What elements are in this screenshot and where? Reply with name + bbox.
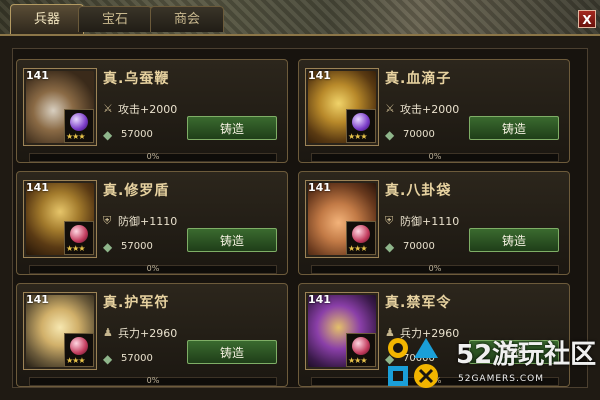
cost-row: ◆ 57000 [103, 236, 153, 254]
cost-row: ◆ 70000 [385, 236, 435, 254]
cost-row: ◆ 57000 [103, 348, 153, 366]
watermark-logo-icon [388, 338, 438, 388]
progress-label: 0% [146, 376, 160, 385]
gem-icon [352, 225, 370, 243]
item-card: 141 ★★★ 真.护军符 ♟ 兵力+2960 ◆ 57000 铸造 0% [16, 283, 288, 387]
forge-button[interactable]: 铸造 [187, 340, 277, 364]
item-name: 真.血滴子 [385, 71, 452, 87]
cost-value: 57000 [121, 353, 153, 364]
sword-icon: ⚔ [385, 102, 395, 115]
stat-text: 防御+1110 [400, 214, 460, 228]
material-icon: ◆ [385, 127, 395, 142]
watermark: 52游玩社区 52GAMERS.COM [384, 330, 600, 400]
gem-icon [70, 113, 88, 131]
item-level: 141 [308, 293, 331, 306]
cost-value: 70000 [403, 241, 435, 252]
stat-text: 攻击+2000 [400, 102, 460, 116]
cost-value: 70000 [403, 129, 435, 140]
gem-icon [70, 225, 88, 243]
cost-row: ◆ 70000 [385, 124, 435, 142]
cost-value: 57000 [121, 241, 153, 252]
gem-slot: ★★★ [346, 221, 376, 255]
item-slot[interactable]: 141 ★★★ [305, 180, 379, 258]
progress-label: 0% [146, 152, 160, 161]
tab-gems[interactable]: 宝石 [78, 6, 152, 32]
item-name: 真.修罗盾 [103, 183, 170, 199]
item-level: 141 [26, 69, 49, 82]
stat-row: ⛨ 防御+1110 [103, 210, 178, 228]
gem-icon [70, 337, 88, 355]
item-card: 141 ★★★ 真.乌蚕鞭 ⚔ 攻击+2000 ◆ 57000 铸造 0% [16, 59, 288, 163]
star-rating: ★★★ [348, 244, 367, 253]
watermark-url: 52GAMERS.COM [458, 374, 544, 384]
cost-row: ◆ 57000 [103, 124, 153, 142]
forge-button[interactable]: 铸造 [187, 228, 277, 252]
stat-row: ♟ 兵力+2960 [103, 322, 178, 340]
progress-bar: 0% [311, 264, 559, 274]
star-rating: ★★★ [66, 356, 85, 365]
item-slot[interactable]: 141 ★★★ [305, 68, 379, 146]
sword-icon: ⚔ [103, 102, 113, 115]
item-name: 真.乌蚕鞭 [103, 71, 170, 87]
item-slot[interactable]: 141 ★★★ [23, 68, 97, 146]
forge-button[interactable]: 铸造 [187, 116, 277, 140]
watermark-brand: 52游玩社区 [456, 340, 597, 370]
stat-row: ⚔ 攻击+2000 [103, 98, 178, 116]
material-icon: ◆ [103, 127, 113, 142]
star-rating: ★★★ [348, 132, 367, 141]
cost-value: 57000 [121, 129, 153, 140]
stat-text: 防御+1110 [118, 214, 178, 228]
gem-slot: ★★★ [64, 221, 94, 255]
progress-bar: 0% [311, 152, 559, 162]
stat-text: 攻击+2000 [118, 102, 178, 116]
item-name: 真.八卦袋 [385, 183, 452, 199]
gem-icon [352, 113, 370, 131]
shield-icon: ⛨ [103, 213, 112, 227]
star-rating: ★★★ [66, 132, 85, 141]
material-icon: ◆ [103, 351, 113, 366]
gem-slot: ★★★ [346, 333, 376, 367]
tab-weapons[interactable]: 兵器 [10, 4, 84, 34]
material-icon: ◆ [385, 239, 395, 254]
material-icon: ◆ [103, 239, 113, 254]
tab-guild-shop[interactable]: 商会 [150, 6, 224, 32]
item-card: 141 ★★★ 真.血滴子 ⚔ 攻击+2000 ◆ 70000 铸造 0% [298, 59, 570, 163]
item-name: 真.禁军令 [385, 295, 452, 311]
forge-button[interactable]: 铸造 [469, 116, 559, 140]
stat-text: 兵力+2960 [118, 326, 178, 340]
item-slot[interactable]: 141 ★★★ [305, 292, 379, 370]
progress-label: 0% [146, 264, 160, 273]
item-level: 141 [26, 181, 49, 194]
progress-bar: 0% [29, 152, 277, 162]
item-slot[interactable]: 141 ★★★ [23, 180, 97, 258]
shield-icon: ⛨ [385, 213, 394, 227]
gem-slot: ★★★ [64, 109, 94, 143]
soldier-icon: ♟ [103, 326, 113, 339]
progress-label: 0% [428, 264, 442, 273]
close-button[interactable]: X [578, 10, 596, 28]
progress-bar: 0% [29, 264, 277, 274]
progress-label: 0% [428, 152, 442, 161]
star-rating: ★★★ [66, 244, 85, 253]
forge-button[interactable]: 铸造 [469, 228, 559, 252]
item-slot[interactable]: 141 ★★★ [23, 292, 97, 370]
gem-slot: ★★★ [346, 109, 376, 143]
gem-slot: ★★★ [64, 333, 94, 367]
item-name: 真.护军符 [103, 295, 170, 311]
progress-bar: 0% [29, 376, 277, 386]
item-card: 141 ★★★ 真.修罗盾 ⛨ 防御+1110 ◆ 57000 铸造 0% [16, 171, 288, 275]
tab-bar: 兵器 宝石 商会 X [0, 0, 600, 34]
star-rating: ★★★ [348, 356, 367, 365]
item-level: 141 [308, 69, 331, 82]
item-level: 141 [26, 293, 49, 306]
gem-icon [352, 337, 370, 355]
item-level: 141 [308, 181, 331, 194]
stat-row: ⛨ 防御+1110 [385, 210, 460, 228]
item-card: 141 ★★★ 真.八卦袋 ⛨ 防御+1110 ◆ 70000 铸造 0% [298, 171, 570, 275]
stat-row: ⚔ 攻击+2000 [385, 98, 460, 116]
